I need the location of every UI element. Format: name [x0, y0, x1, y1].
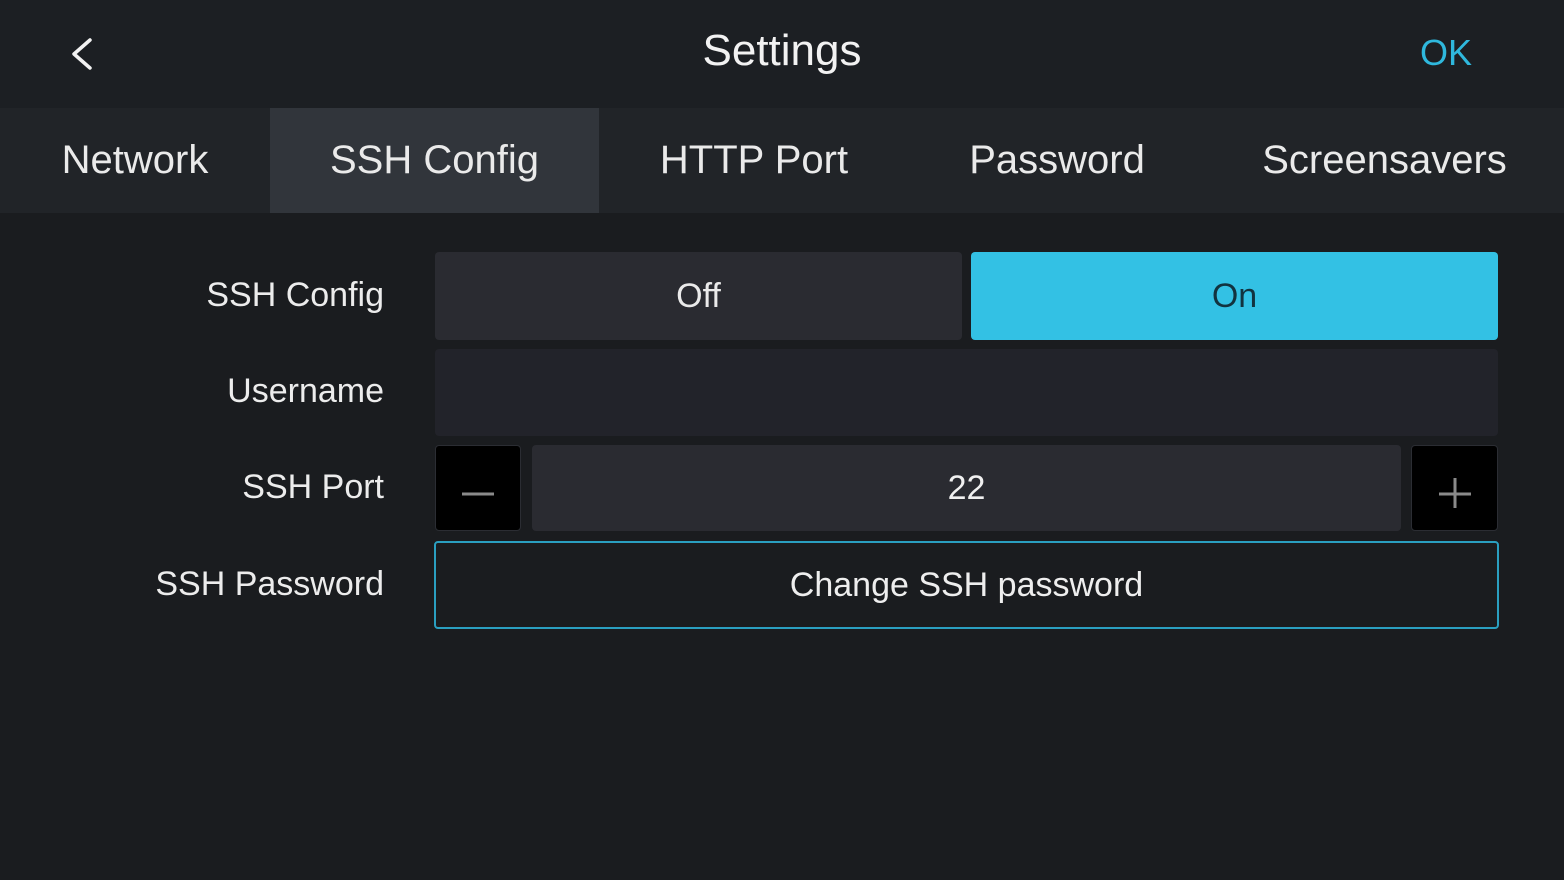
tab-http-port[interactable]: HTTP Port — [599, 108, 909, 213]
ssh-config-label: SSH Config — [206, 276, 384, 314]
username-input[interactable] — [435, 349, 1498, 436]
tab-ssh-config[interactable]: SSH Config — [270, 108, 599, 213]
ssh-port-value[interactable]: 22 — [532, 445, 1401, 531]
ssh-password-label: SSH Password — [155, 565, 384, 603]
ssh-off-button[interactable]: Off — [435, 252, 962, 340]
tab-network[interactable]: Network — [0, 108, 270, 213]
ok-button[interactable]: OK — [1420, 32, 1472, 74]
username-label: Username — [227, 372, 384, 410]
minus-icon — [462, 492, 494, 496]
tab-password[interactable]: Password — [909, 108, 1205, 213]
port-increment-button[interactable] — [1411, 445, 1498, 531]
plus-icon — [1438, 478, 1471, 508]
ssh-on-button[interactable]: On — [971, 252, 1498, 340]
tab-screensavers[interactable]: Screensavers — [1205, 108, 1564, 213]
change-ssh-password-button[interactable]: Change SSH password — [434, 541, 1499, 629]
header-bar: Settings OK — [0, 0, 1564, 108]
page-title: Settings — [702, 26, 862, 75]
ssh-port-label: SSH Port — [242, 468, 384, 506]
tab-bar: Network SSH Config HTTP Port Password Sc… — [0, 108, 1564, 213]
port-decrement-button[interactable] — [435, 445, 521, 531]
